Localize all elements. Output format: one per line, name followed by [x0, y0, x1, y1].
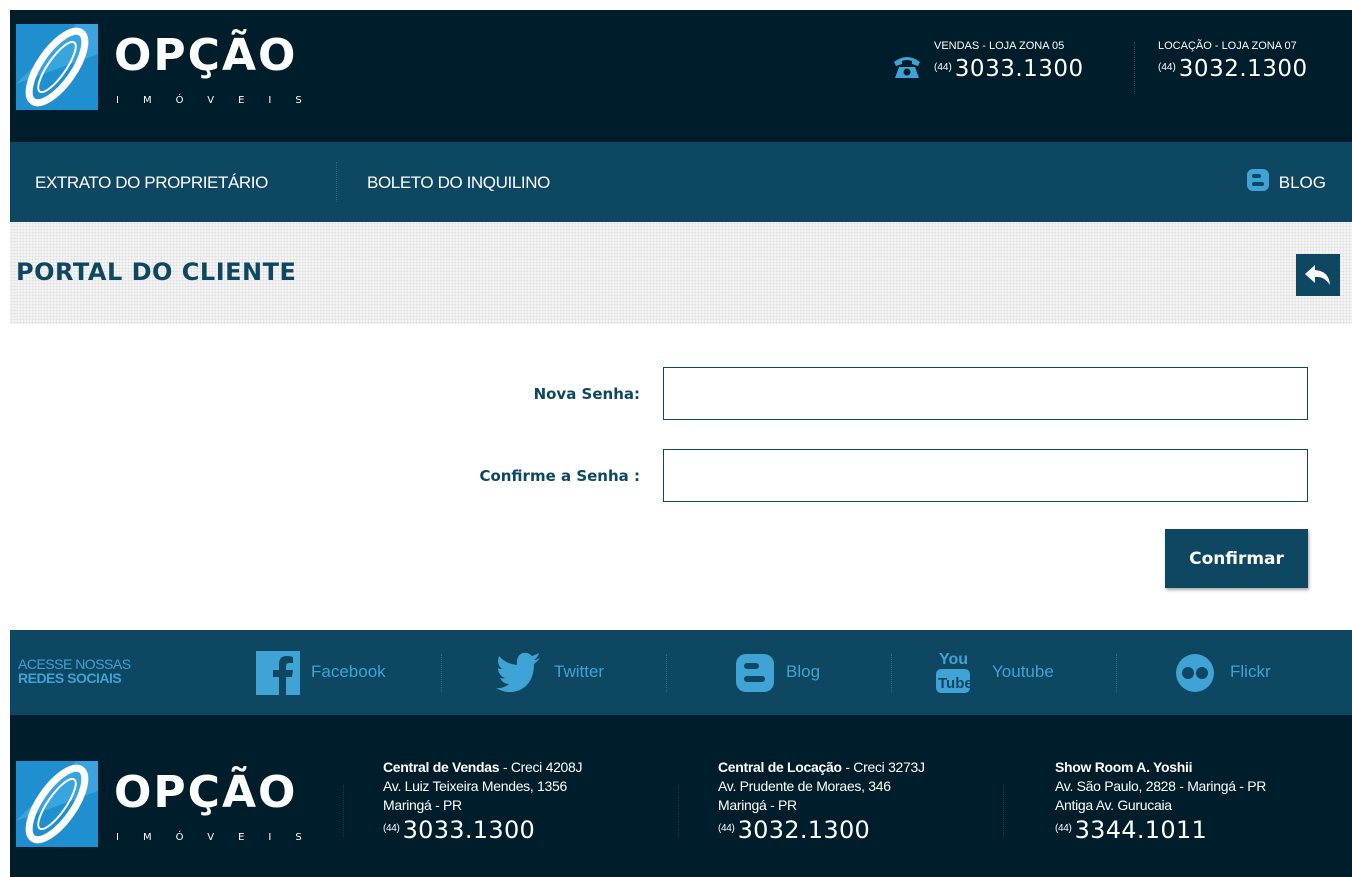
office-name: Central de Locação — [718, 759, 842, 775]
sales-contact-label: VENDAS - LOJA ZONA 05 — [934, 40, 1065, 52]
office-phone[interactable]: (44) 3344.1011 — [1055, 818, 1266, 842]
footer-office-sales: Central de Vendas - Creci 4208J Av. Luiz… — [383, 758, 583, 842]
footer-divider — [678, 785, 679, 837]
office-address: Av. São Paulo, 2828 - Maringá - PR — [1055, 778, 1267, 794]
facebook-icon — [256, 651, 300, 695]
office-phone-number: 3344.1011 — [1074, 816, 1208, 844]
logo-swoosh-icon — [16, 761, 98, 847]
social-link-youtube[interactable]: You Tube Youtube — [936, 630, 1086, 715]
footer-logo-wordmark: OPÇÃO — [114, 767, 298, 818]
office-phone-number: 3033.1300 — [402, 816, 536, 844]
twitter-icon — [496, 652, 540, 693]
social-label-facebook: Facebook — [311, 662, 386, 681]
footer-divider — [1003, 785, 1004, 837]
back-button[interactable] — [1296, 254, 1340, 296]
new-password-label: Nova Senha: — [533, 385, 640, 403]
brand-logo[interactable]: OPÇÃO IMÓVEIS — [16, 24, 316, 114]
social-link-blog[interactable]: Blog — [736, 630, 876, 715]
logo-tagline: IMÓVEIS — [116, 95, 326, 106]
office-phone-ddd: (44) — [1055, 823, 1072, 834]
blogger-icon — [1246, 169, 1269, 191]
office-creci: - Creci 4208J — [499, 759, 583, 775]
social-label-youtube: Youtube — [992, 662, 1054, 681]
nav-divider — [336, 162, 337, 202]
confirm-password-field[interactable] — [663, 449, 1308, 502]
telephone-icon — [894, 57, 920, 78]
social-divider — [891, 654, 892, 692]
social-caption: ACESSE NOSSAS REDES SOCIAIS — [18, 657, 131, 685]
confirm-password-label: Confirme a Senha : — [479, 467, 640, 485]
sales-phone[interactable]: (44) 3033.1300 — [934, 58, 1084, 81]
rental-phone-number: 3032.1300 — [1178, 56, 1308, 82]
rental-contact: LOCAÇÃO - LOJA ZONA 07 (44) 3032.1300 — [1158, 40, 1308, 81]
office-phone[interactable]: (44) 3032.1300 — [718, 818, 925, 842]
social-label-blog: Blog — [786, 662, 821, 681]
office-creci: - Creci 3273J — [841, 759, 925, 775]
office-city: Maringá - PR — [383, 797, 462, 813]
office-phone-ddd: (44) — [718, 823, 735, 834]
social-link-twitter[interactable]: Twitter — [496, 630, 646, 715]
sales-contact: VENDAS - LOJA ZONA 05 (44) 3033.1300 — [934, 40, 1084, 81]
social-link-flickr[interactable]: Flickr — [1176, 630, 1306, 715]
logo-swoosh-icon — [16, 24, 98, 110]
header-divider — [1134, 42, 1135, 94]
sales-phone-number: 3033.1300 — [954, 56, 1084, 82]
social-label-twitter: Twitter — [554, 662, 605, 681]
svg-text:Tube: Tube — [938, 675, 970, 692]
footer-logo-tagline: IMÓVEIS — [116, 832, 326, 843]
sales-phone-ddd: (44) — [934, 62, 952, 73]
social-divider — [441, 654, 442, 692]
office-name: Show Room A. Yoshii — [1055, 759, 1193, 775]
site-footer: OPÇÃO IMÓVEIS Central de Vendas - Creci … — [10, 715, 1352, 877]
page-title-bar: PORTAL DO CLIENTE — [10, 222, 1352, 324]
social-bar: ACESSE NOSSAS REDES SOCIAIS Facebook Twi… — [10, 630, 1352, 715]
social-caption-line1: ACESSE NOSSAS — [18, 656, 131, 672]
office-address: Av. Luiz Teixeira Mendes, 1356 — [383, 778, 568, 794]
new-password-field[interactable] — [663, 367, 1308, 420]
social-link-facebook[interactable]: Facebook — [256, 630, 426, 715]
office-phone[interactable]: (44) 3033.1300 — [383, 818, 582, 842]
confirm-button[interactable]: Confirmar — [1165, 529, 1308, 588]
social-caption-line2: REDES SOCIAIS — [18, 670, 122, 686]
blogger-icon — [736, 654, 774, 692]
svg-text:You: You — [939, 651, 968, 668]
footer-brand-logo[interactable]: OPÇÃO IMÓVEIS — [16, 761, 316, 851]
rental-phone[interactable]: (44) 3032.1300 — [1158, 58, 1308, 81]
main-nav: EXTRATO DO PROPRIETÁRIO BOLETO DO INQUIL… — [10, 142, 1352, 222]
nav-blog-label: BLOG — [1278, 173, 1326, 192]
nav-blog-link[interactable]: BLOG — [1246, 169, 1326, 193]
office-phone-ddd: (44) — [383, 823, 400, 834]
office-city: Maringá - PR — [718, 797, 797, 813]
nav-tenant-invoice[interactable]: BOLETO DO INQUILINO — [367, 173, 550, 193]
footer-office-showroom: Show Room A. Yoshii Av. São Paulo, 2828 … — [1055, 758, 1266, 842]
office-address: Av. Prudente de Moraes, 346 — [718, 778, 891, 794]
rental-phone-ddd: (44) — [1158, 62, 1176, 73]
social-divider — [1116, 654, 1117, 692]
site-header: OPÇÃO IMÓVEIS VENDAS - LOJA ZONA 05 (44)… — [10, 10, 1352, 142]
social-divider — [666, 654, 667, 692]
logo-wordmark: OPÇÃO — [114, 30, 298, 81]
rental-contact-label: LOCAÇÃO - LOJA ZONA 07 — [1158, 40, 1297, 52]
office-phone-number: 3032.1300 — [737, 816, 871, 844]
office-city: Antiga Av. Gurucaia — [1055, 797, 1172, 813]
flickr-icon — [1176, 654, 1214, 692]
youtube-icon: You Tube — [936, 651, 970, 693]
nav-owner-statement[interactable]: EXTRATO DO PROPRIETÁRIO — [35, 173, 268, 193]
social-label-flickr: Flickr — [1230, 662, 1271, 681]
page-title: PORTAL DO CLIENTE — [16, 258, 297, 286]
footer-divider — [343, 785, 344, 837]
office-name: Central de Vendas — [383, 759, 500, 775]
footer-office-rental: Central de Locação - Creci 3273J Av. Pru… — [718, 758, 925, 842]
back-arrow-icon — [1305, 265, 1330, 285]
